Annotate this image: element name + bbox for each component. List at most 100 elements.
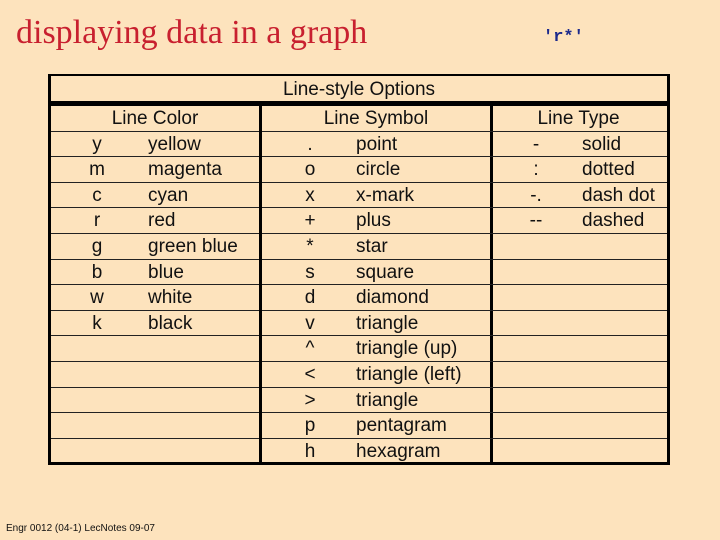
option-description: triangle (left)	[356, 363, 462, 385]
table-row	[490, 388, 667, 414]
table-row: y yellow	[51, 132, 259, 158]
option-code: *	[306, 235, 314, 257]
column-header: Line Type	[490, 106, 667, 132]
option-description: hexagram	[356, 440, 441, 462]
option-code: <	[304, 363, 316, 385]
table-row: < triangle (left)	[262, 362, 490, 388]
slide-footer: Engr 0012 (04-1) LecNotes 09-07	[6, 523, 155, 534]
table-row: v triangle	[262, 311, 490, 337]
column-header: Line Color	[51, 106, 259, 132]
option-code: p	[304, 415, 316, 437]
option-code: y	[92, 133, 102, 155]
table-row	[490, 311, 667, 337]
option-description: solid	[582, 133, 622, 155]
option-description: triangle	[356, 312, 419, 334]
option-description: star	[356, 235, 388, 257]
option-code: w	[90, 287, 104, 309]
option-description: dash dot	[582, 184, 655, 206]
option-description: black	[148, 312, 193, 334]
table-title: Line-style Options	[51, 76, 667, 106]
table-row: w white	[51, 285, 259, 311]
table-row: r red	[51, 208, 259, 234]
column-header: Line Symbol	[262, 106, 490, 132]
option-description: plus	[356, 210, 391, 232]
option-code: c	[92, 184, 102, 206]
column-line-type: Line Type - solid: dotted -. dash dot -- dashed	[490, 106, 667, 462]
table-row	[51, 362, 259, 388]
table-row	[490, 260, 667, 286]
option-code: k	[92, 312, 102, 334]
option-code: x	[305, 184, 315, 206]
option-description: yellow	[148, 133, 201, 155]
table-row: x x-mark	[262, 183, 490, 209]
table-row: * star	[262, 234, 490, 260]
option-description: x-mark	[356, 184, 415, 206]
table-row: o circle	[262, 157, 490, 183]
option-description: cyan	[148, 184, 189, 206]
table-row: m magenta	[51, 157, 259, 183]
table-row: s square	[262, 260, 490, 286]
option-code: v	[305, 312, 315, 334]
option-code: d	[304, 287, 316, 309]
option-code: h	[304, 440, 316, 462]
option-description: magenta	[148, 159, 222, 181]
table-row: + plus	[262, 208, 490, 234]
option-code: s	[305, 261, 315, 283]
option-code: b	[91, 261, 103, 283]
table-row	[490, 285, 667, 311]
option-description: white	[148, 287, 193, 309]
table-row: : dotted	[490, 157, 667, 183]
table-row	[51, 439, 259, 465]
option-code: ^	[305, 338, 315, 360]
option-description: square	[356, 261, 415, 283]
table-row: -. dash dot	[490, 183, 667, 209]
option-code: o	[304, 159, 316, 181]
option-code: --	[529, 210, 543, 232]
table-row: k black	[51, 311, 259, 337]
slide-title: displaying data in a graph	[16, 14, 368, 51]
option-description: red	[148, 210, 176, 232]
option-code: r	[93, 210, 101, 232]
line-style-table: Line-style Options Line Color y yellow m mag…	[48, 74, 670, 465]
table-row	[490, 413, 667, 439]
option-code: >	[304, 389, 316, 411]
option-code: -.	[530, 184, 542, 206]
option-description: point	[356, 133, 398, 155]
option-description: diamond	[356, 287, 429, 309]
option-description: green blue	[148, 235, 238, 257]
table-row: ^ triangle (up)	[262, 336, 490, 362]
option-code: :	[533, 159, 539, 181]
option-description: triangle (up)	[356, 338, 458, 360]
table-row: . point	[262, 132, 490, 158]
option-code: -	[532, 133, 540, 155]
option-description: dotted	[582, 159, 635, 181]
option-description: dashed	[582, 210, 645, 232]
option-code: +	[304, 210, 316, 232]
table-row: g green blue	[51, 234, 259, 260]
table-row	[490, 439, 667, 465]
option-description: blue	[148, 261, 184, 283]
table-row: - solid	[490, 132, 667, 158]
table-row	[490, 362, 667, 388]
column-line-symbol: Line Symbol. point o circle x x-mark + plus * sta…	[259, 106, 493, 462]
table-row	[490, 336, 667, 362]
option-description: pentagram	[356, 415, 447, 437]
option-code: m	[89, 159, 105, 181]
table-row	[490, 234, 667, 260]
table-row: -- dashed	[490, 208, 667, 234]
table-row	[51, 336, 259, 362]
table-row: > triangle	[262, 388, 490, 414]
option-code: .	[307, 133, 313, 155]
table-row	[51, 388, 259, 414]
option-description: triangle	[356, 389, 419, 411]
table-row: h hexagram	[262, 439, 490, 465]
option-code: g	[91, 235, 103, 257]
code-example: 'r*'	[543, 28, 584, 47]
table-row	[51, 413, 259, 439]
table-row: b blue	[51, 260, 259, 286]
table-row: p pentagram	[262, 413, 490, 439]
table-row: d diamond	[262, 285, 490, 311]
option-description: circle	[356, 159, 401, 181]
column-line-color: Line Color y yellow m magenta c cyan r red g green…	[51, 106, 259, 462]
table-row: c cyan	[51, 183, 259, 209]
